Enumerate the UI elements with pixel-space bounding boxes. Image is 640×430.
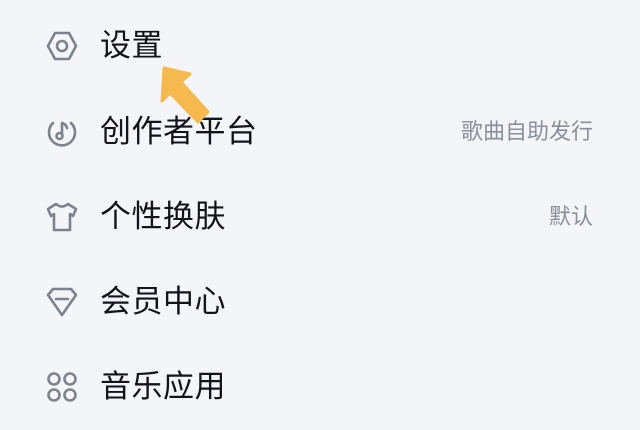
menu-item-label: 创作者平台 xyxy=(100,114,258,150)
menu-item-label: 个性换肤 xyxy=(100,199,226,235)
menu-item-value: 默认 xyxy=(548,205,593,230)
gem-icon xyxy=(44,284,80,320)
apps-grid-icon xyxy=(44,369,80,405)
menu-item-music-apps[interactable]: 音乐应用 xyxy=(0,344,640,430)
menu-item-label: 会员中心 xyxy=(100,284,226,320)
menu-item-label: 音乐应用 xyxy=(100,369,226,405)
menu-item-label: 设置 xyxy=(100,28,163,64)
menu-item-theme[interactable]: 个性换肤 默认 xyxy=(0,174,640,260)
settings-menu: 设置 创作者平台 歌曲自助发行 个性换肤 默认 会员中心 音乐应用 xyxy=(0,0,640,426)
menu-item-membership[interactable]: 会员中心 xyxy=(0,259,640,345)
settings-hexagon-icon xyxy=(44,28,80,64)
creator-music-icon xyxy=(44,114,80,150)
menu-item-creator-platform[interactable]: 创作者平台 歌曲自助发行 xyxy=(0,89,640,175)
menu-item-settings[interactable]: 设置 xyxy=(0,3,640,89)
tshirt-icon xyxy=(44,199,80,235)
menu-item-value: 歌曲自助发行 xyxy=(460,120,593,145)
